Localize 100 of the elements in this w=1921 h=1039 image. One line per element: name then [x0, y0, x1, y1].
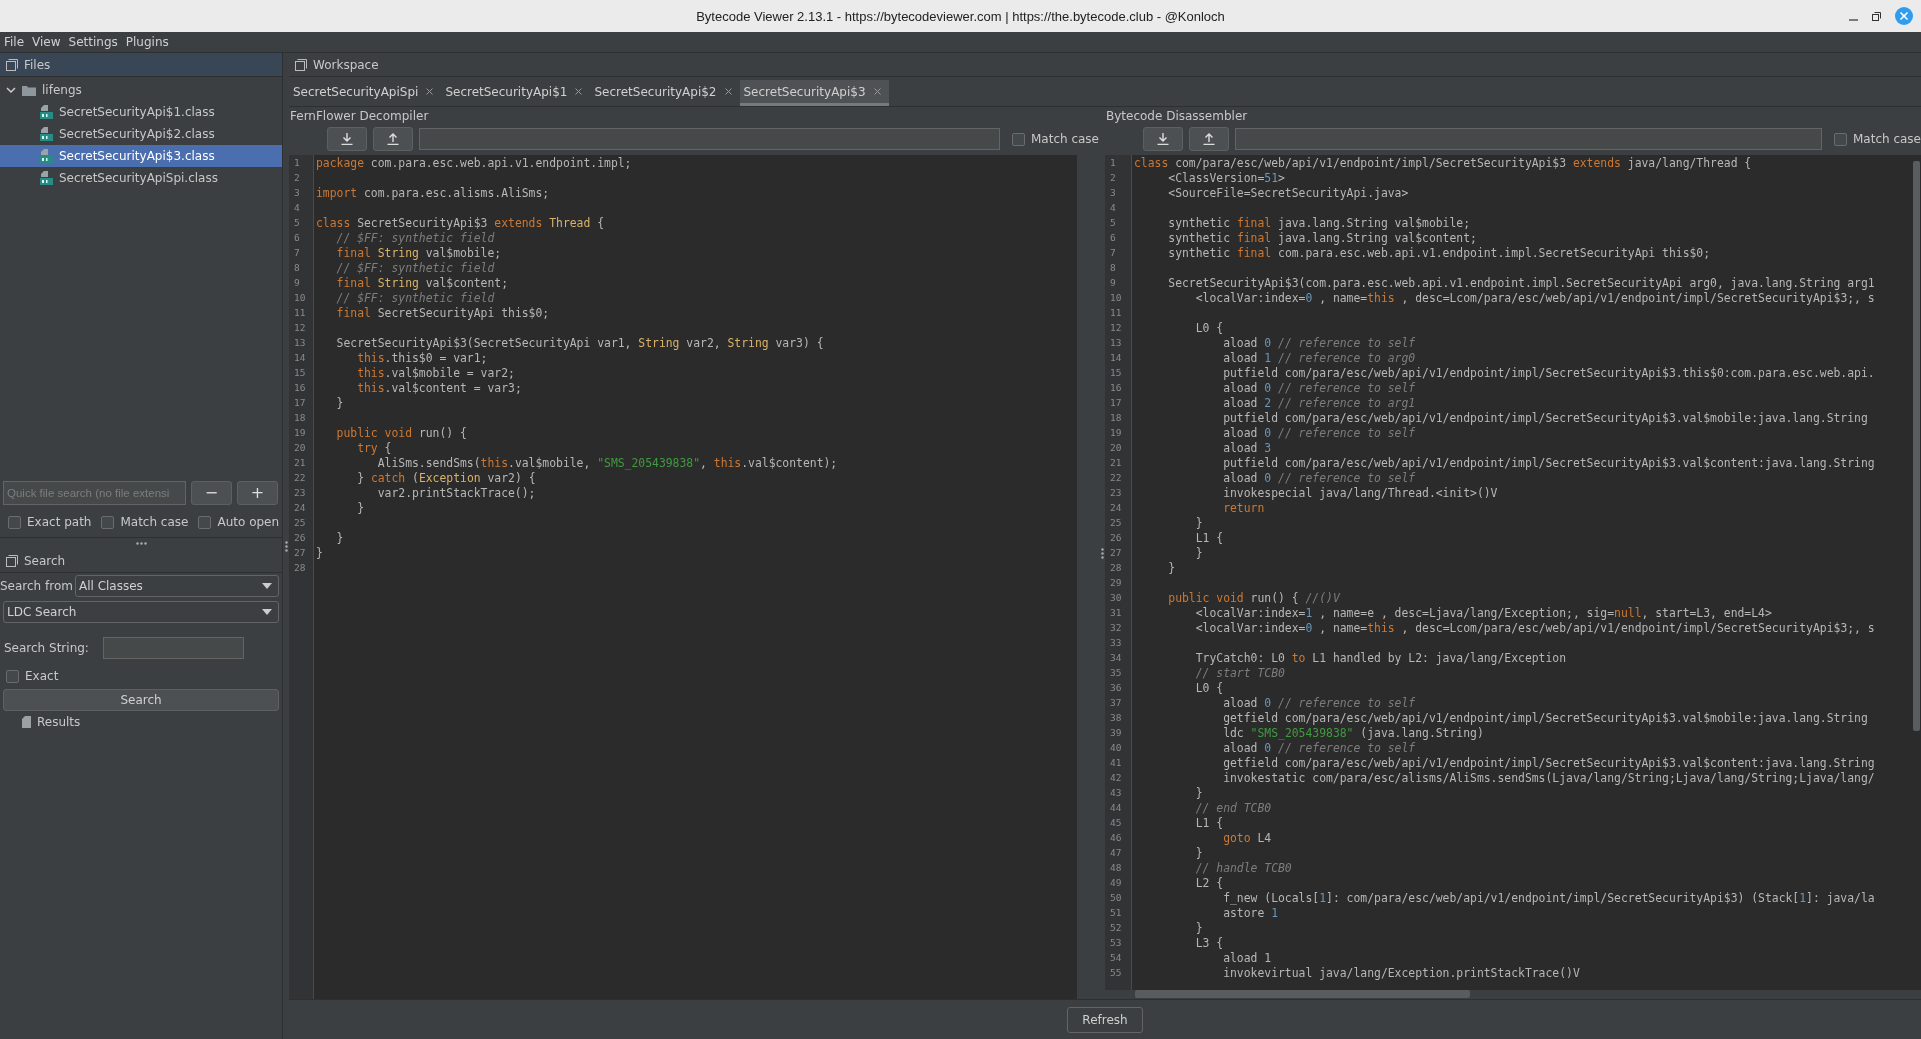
editor-tab[interactable]: SecretSecurityApiSpi — [289, 80, 442, 106]
download-button[interactable] — [327, 127, 367, 151]
code-line: getfield com/para/esc/web/api/v1/endpoint/impl/SecretSecurityApi$3.val$content:java.lang.String — [1222, 755, 1875, 770]
line-number: 26 — [293, 532, 307, 543]
tree-item[interactable]: SecretSecurityApi$2.class — [0, 123, 282, 145]
tree-item[interactable]: lifengs — [0, 79, 282, 101]
tree-item[interactable]: SecretSecurityApi$1.class — [0, 101, 282, 123]
code-line: L3 { — [1194, 935, 1224, 950]
line-number: 40 — [1109, 742, 1123, 753]
download-icon — [1157, 133, 1169, 145]
splitter-grip-icon[interactable] — [284, 540, 288, 552]
editor-tab[interactable]: SecretSecurityApi$1 — [441, 80, 591, 106]
upload-icon — [387, 133, 399, 145]
menu-item[interactable]: File — [4, 35, 25, 49]
line-number: 47 — [1109, 847, 1123, 858]
code-line: L1 { — [1194, 530, 1224, 545]
line-number: 9 — [293, 277, 301, 288]
checkbox[interactable] — [101, 515, 115, 529]
download-button[interactable] — [1143, 127, 1183, 151]
close-icon[interactable] — [575, 88, 583, 95]
code-line: AliSms.sendSms(this.val$mobile, "SMS_205439838", this.val$content); — [376, 455, 838, 470]
tree-item[interactable]: SecretSecurityApi$3.class — [0, 145, 282, 167]
code-line: synthetic final java.lang.String val$content; — [1167, 230, 1477, 245]
upload-button[interactable] — [373, 127, 413, 151]
line-number: 8 — [293, 262, 301, 273]
line-number: 11 — [1109, 307, 1123, 318]
tree-button[interactable]: − — [191, 481, 232, 505]
checkbox[interactable] — [1834, 132, 1847, 146]
search-from-dropdown[interactable]: All Classes — [74, 575, 279, 597]
close-icon[interactable] — [1895, 7, 1913, 25]
code-line: } — [1194, 845, 1203, 860]
line-number: 3 — [293, 187, 301, 198]
splitter-grip-icon[interactable] — [135, 542, 147, 545]
checkbox[interactable] — [198, 515, 212, 529]
checkbox[interactable] — [6, 669, 19, 683]
find-field[interactable] — [1235, 128, 1822, 150]
line-number: 33 — [1109, 637, 1123, 648]
menu-item[interactable]: Settings — [68, 35, 118, 49]
line-number: 1 — [293, 157, 301, 168]
line-number: 54 — [1109, 952, 1123, 963]
checkbox-label: Exact path — [27, 515, 92, 529]
line-number: 34 — [1109, 652, 1123, 663]
splitter-grip-icon[interactable] — [1100, 547, 1104, 559]
editor-tab[interactable]: SecretSecurityApi$3 — [739, 80, 889, 106]
code-line: getfield com/para/esc/web/api/v1/endpoint/impl/SecretSecurityApi$3.val$mobile:java.lang.String — [1222, 710, 1868, 725]
line-number: 5 — [293, 217, 301, 228]
line-number: 6 — [1109, 232, 1117, 243]
line-number: 10 — [1109, 292, 1123, 303]
code-line: ldc "SMS_205439838" (java.lang.String) — [1222, 725, 1484, 740]
line-number: 31 — [1109, 607, 1123, 618]
code-line: astore 1 — [1222, 905, 1278, 920]
refresh-button[interactable]: Refresh — [1067, 1006, 1143, 1033]
tree-item[interactable]: SecretSecurityApiSpi.class — [0, 167, 282, 189]
code-line: return — [1222, 500, 1265, 515]
code-line: this.val$mobile = var2; — [356, 365, 515, 380]
search-type-dropdown[interactable]: LDC Search — [3, 601, 279, 623]
line-number: 41 — [1109, 757, 1123, 768]
line-number: 49 — [1109, 877, 1123, 888]
menu-item[interactable]: View — [32, 35, 61, 49]
code-line: final String val$mobile; — [335, 245, 502, 260]
line-number: 2 — [293, 172, 301, 183]
close-icon[interactable] — [873, 88, 881, 95]
menu-item[interactable]: Plugins — [125, 35, 169, 49]
line-number: 38 — [1109, 712, 1123, 723]
code-line: aload 1 — [1222, 950, 1272, 965]
code-line: L0 { — [1194, 680, 1224, 695]
checkbox-label: Match case — [1031, 132, 1099, 146]
field-label: Search String: — [4, 641, 89, 655]
line-number: 12 — [1109, 322, 1123, 333]
scrollbar-thumb[interactable] — [1913, 161, 1920, 731]
code-line: putfield com/para/esc/web/api/v1/endpoint/impl/SecretSecurityApi$3.this$0:com.para.esc.web.api. — [1222, 365, 1875, 380]
line-number: 51 — [1109, 907, 1123, 918]
restore-icon[interactable] — [1872, 11, 1881, 21]
close-icon[interactable] — [724, 88, 732, 95]
upload-button[interactable] — [1189, 127, 1229, 151]
code-line: } — [335, 395, 344, 410]
find-field[interactable] — [419, 128, 1000, 150]
checkbox[interactable] — [8, 515, 21, 529]
search-string-field[interactable] — [102, 637, 244, 659]
pane-title: FernFlower Decompiler — [289, 108, 429, 125]
line-number: 20 — [293, 442, 307, 453]
results-label[interactable]: Results — [37, 715, 81, 729]
code-line: } — [335, 530, 344, 545]
code-line: import com.para.esc.alisms.AliSms; — [316, 185, 550, 200]
line-number: 46 — [1109, 832, 1123, 843]
line-number: 7 — [1109, 247, 1117, 258]
line-number: 17 — [293, 397, 307, 408]
chevron-icon[interactable] — [6, 85, 16, 95]
code-line: // $FF: synthetic field — [335, 290, 495, 305]
code-line: // handle TCB0 — [1194, 860, 1292, 875]
scrollbar-thumb[interactable] — [1135, 990, 1470, 998]
line-number: 36 — [1109, 682, 1123, 693]
editor-tab[interactable]: SecretSecurityApi$2 — [590, 80, 740, 106]
download-icon — [341, 133, 353, 145]
close-icon[interactable] — [426, 88, 434, 95]
checkbox[interactable] — [1012, 132, 1025, 146]
code-line: } — [1167, 560, 1176, 575]
tree-button[interactable]: + — [237, 481, 278, 505]
search-button[interactable]: Search — [3, 689, 279, 711]
code-line: putfield com/para/esc/web/api/v1/endpoint/impl/SecretSecurityApi$3.val$content:java.lang.String — [1222, 455, 1875, 470]
